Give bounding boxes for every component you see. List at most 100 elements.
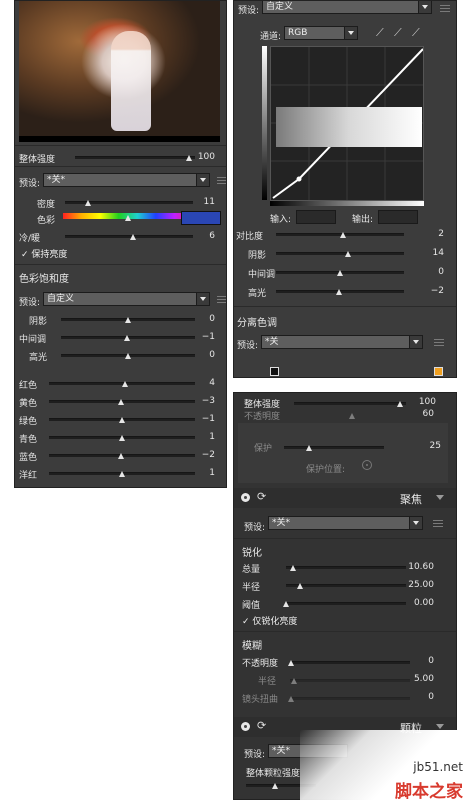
tone-1-label: 中间调 [19,335,47,345]
curves-preset-value: 自定义 [266,2,294,12]
chevron-down-icon [344,27,357,39]
chevron-down-icon [196,293,209,305]
enable-toggle-icon[interactable] [241,493,250,502]
color-row-0-thumb[interactable] [121,381,128,387]
p3-overall-slider[interactable] [294,402,406,405]
split-preset-value: *关 [265,337,279,347]
protect-value: 25 [429,441,441,451]
color-row-3-thumb[interactable] [119,435,125,441]
split-preset-label: 预设: [237,341,259,351]
overall-strength-slider-thumb[interactable] [186,155,192,161]
saturation-section-title: 色彩饱和度 [19,274,69,285]
sat-preset-select[interactable]: 自定义 [43,292,210,306]
tone-2-label: 高光 [29,353,48,363]
sharpen-2-slider[interactable] [286,602,406,605]
grain-overall-thumb[interactable] [272,783,278,789]
chevron-down-icon [418,1,431,13]
curves-preset-label: 预设: [238,6,260,16]
photo-preview [19,1,220,142]
curves-menu-icon[interactable] [440,5,450,13]
sharpen-1-thumb[interactable] [297,583,304,589]
curve-slider-2-thumb[interactable] [337,270,343,276]
tone-1-value: −1 [201,332,215,342]
preset-select[interactable]: *关* [43,173,210,187]
child-figure [111,31,151,131]
output-field[interactable] [378,210,418,224]
eyedropper-black-icon[interactable]: ⟋ [376,26,384,40]
focus-preset-label: 预设: [244,523,266,533]
watermark-site: jb51.net [413,760,463,774]
preserve-luminosity-checkbox[interactable]: ✓ 保持亮度 [21,247,67,260]
protect-position-label: 保护位置: [306,465,346,475]
color-row-1-thumb[interactable] [117,399,124,405]
hue-thumb[interactable] [125,215,131,221]
sharpen-1-slider[interactable] [286,584,406,587]
curve-slider-3-label: 高光 [248,289,267,299]
protect-label: 保护 [254,444,273,454]
sat-menu-icon[interactable] [217,296,226,304]
blur-radius-label: 半径 [258,677,277,687]
curve-graph[interactable] [270,46,424,201]
p3-overall-slider-thumb[interactable] [397,401,404,407]
overall-strength-label: 整体强度 [19,155,56,165]
focus-menu-icon[interactable] [433,520,443,528]
tone-2-value: 0 [209,350,215,360]
curve-slider-0-thumb[interactable] [339,232,346,238]
color-swatch[interactable] [181,211,221,225]
curve-slider-3-thumb[interactable] [335,289,342,295]
sharpen-title: 锐化 [242,548,262,559]
panel-menu-icon[interactable] [217,177,226,185]
color-row-5-thumb[interactable] [119,471,125,477]
warmth-slider-thumb[interactable] [129,234,136,240]
tone-2-thumb[interactable] [125,353,131,359]
curves-panel: 预设: 自定义 通道: RGB ⟋ ⟋ ⟋ 输入: 输出: 分离色调 预设: *… [233,0,457,378]
grain-overall-label: 整体颗粒强度 [246,769,301,779]
output-label: 输出: [352,215,374,225]
shadow-color-swatch[interactable] [270,367,279,376]
focus-collapse-icon[interactable] [436,495,444,500]
split-menu-icon[interactable] [434,339,444,347]
focus-preset-select[interactable]: *关* [268,516,423,530]
curve-slider-1-thumb[interactable] [344,251,351,257]
color-row-0-value: 4 [209,378,215,388]
sharpen-luma-checkbox[interactable]: ✓ 仅锐化亮度 [242,614,297,627]
highlight-color-swatch[interactable] [434,367,443,376]
eyedropper-white-icon[interactable]: ⟋ [412,26,420,40]
sharpen-0-slider[interactable] [286,566,406,569]
protect-slider[interactable] [284,446,384,449]
preset-value: *关* [47,175,66,185]
color-row-4-thumb[interactable] [117,453,124,459]
focus-title: 聚焦 [400,493,422,506]
color-row-2-label: 绿色 [19,417,38,427]
split-preset-select[interactable]: *关 [261,335,423,349]
color-row-1-label: 黄色 [19,399,38,409]
tone-1-thumb[interactable] [123,335,130,341]
color-row-3-label: 青色 [19,435,38,445]
eyedropper-gray-icon[interactable]: ⟋ [394,26,402,40]
channel-select[interactable]: RGB [284,26,358,40]
sharpen-2-label: 阈值 [242,601,261,611]
target-icon[interactable] [362,460,372,470]
sharpen-2-thumb[interactable] [283,601,289,607]
tone-0-thumb[interactable] [125,317,131,323]
sharpen-0-thumb[interactable] [290,565,297,571]
blur-opacity-value: 0 [428,656,434,666]
blur-opacity-thumb[interactable] [288,660,294,666]
blur-opacity-slider[interactable] [290,661,410,664]
reset-icon[interactable]: ⟳ [257,490,266,503]
grain-collapse-icon[interactable] [436,724,444,729]
color-row-2-value: −1 [201,414,215,424]
color-row-2-thumb[interactable] [119,417,125,423]
curve-slider-1-slider[interactable] [276,252,404,255]
curves-preset-select[interactable]: 自定义 [262,1,432,14]
curve-slider-1-value: 14 [432,248,444,258]
input-field[interactable] [296,210,336,224]
grain-reset-icon[interactable]: ⟳ [257,719,266,732]
focus-header[interactable] [234,488,456,508]
density-slider-thumb[interactable] [85,200,92,206]
channel-value: RGB [288,28,308,38]
protect-slider-thumb[interactable] [306,445,312,451]
grain-enable-icon[interactable] [241,722,250,731]
color-row-4-value: −2 [201,450,215,460]
gradient-overlay [276,107,422,147]
